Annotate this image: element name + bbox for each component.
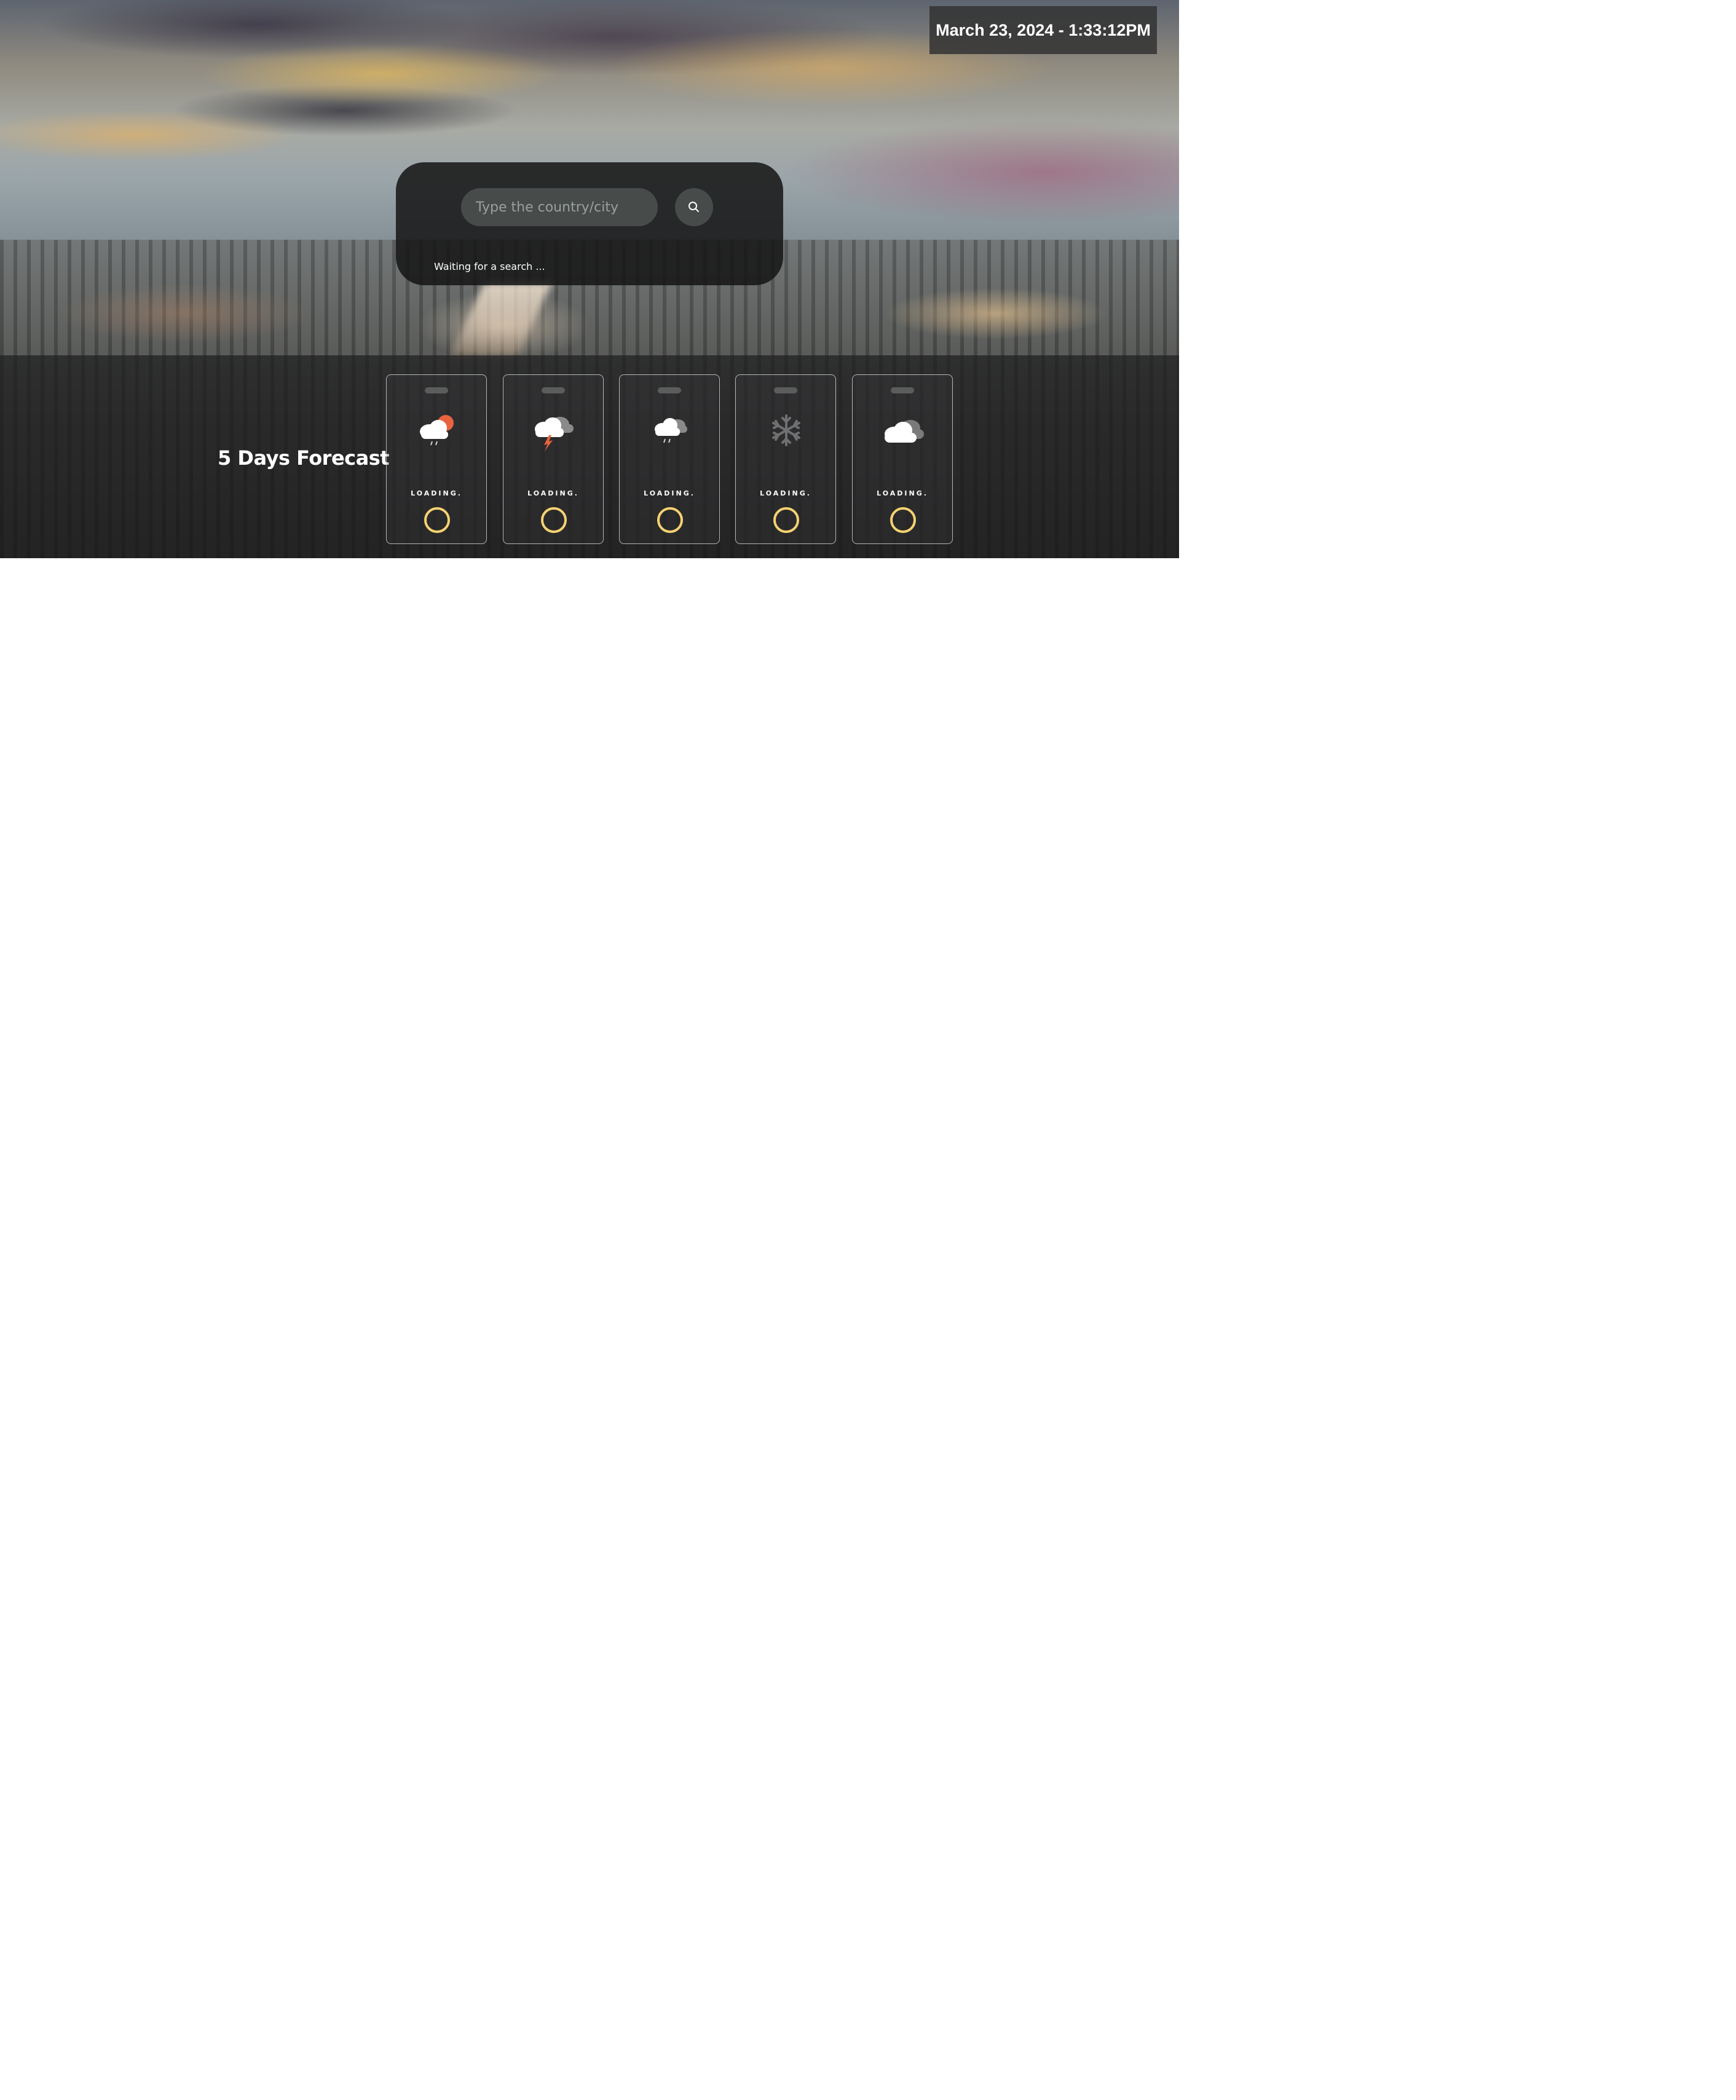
forecast-card-label: LOADING. <box>411 489 462 497</box>
sun-cloud-rain-icon <box>420 415 454 446</box>
loading-spinner <box>773 507 799 533</box>
thunderstorm-icon <box>535 417 574 451</box>
card-handle <box>542 387 565 393</box>
loading-spinner <box>424 507 450 533</box>
forecast-card-day-4: LOADING. <box>735 374 836 544</box>
card-handle <box>425 387 448 393</box>
cloud-rain-icon <box>655 418 687 443</box>
forecast-card-label: LOADING. <box>877 489 928 497</box>
forecast-card-day-1: LOADING. <box>386 374 487 544</box>
forecast-section: 5 Days Forecast LOADING. LOADING. LOADIN… <box>0 355 1179 558</box>
card-handle <box>891 387 914 393</box>
forecast-card-label: LOADING. <box>760 489 811 497</box>
forecast-card-label: LOADING. <box>527 489 579 497</box>
weather-app: March 23, 2024 - 1:33:12PM Waiting for a… <box>0 0 1179 558</box>
loading-spinner <box>657 507 683 533</box>
card-handle <box>658 387 681 393</box>
forecast-card-label: LOADING. <box>644 489 695 497</box>
search-panel: Waiting for a search ... <box>396 162 783 285</box>
cloud-icon <box>885 420 924 443</box>
search-icon <box>688 202 699 212</box>
snowflake-icon <box>772 414 800 446</box>
current-datetime: March 23, 2024 - 1:33:12PM <box>929 6 1157 54</box>
forecast-card-day-3: LOADING. <box>619 374 720 544</box>
card-handle <box>774 387 797 393</box>
forecast-card-day-5: LOADING. <box>852 374 953 544</box>
forecast-card-day-2: LOADING. <box>503 374 604 544</box>
search-button[interactable] <box>675 188 713 226</box>
search-status: Waiting for a search ... <box>434 261 545 272</box>
search-input[interactable] <box>461 188 658 226</box>
loading-spinner <box>890 507 916 533</box>
forecast-title: 5 Days Forecast <box>218 446 390 470</box>
loading-spinner <box>541 507 567 533</box>
